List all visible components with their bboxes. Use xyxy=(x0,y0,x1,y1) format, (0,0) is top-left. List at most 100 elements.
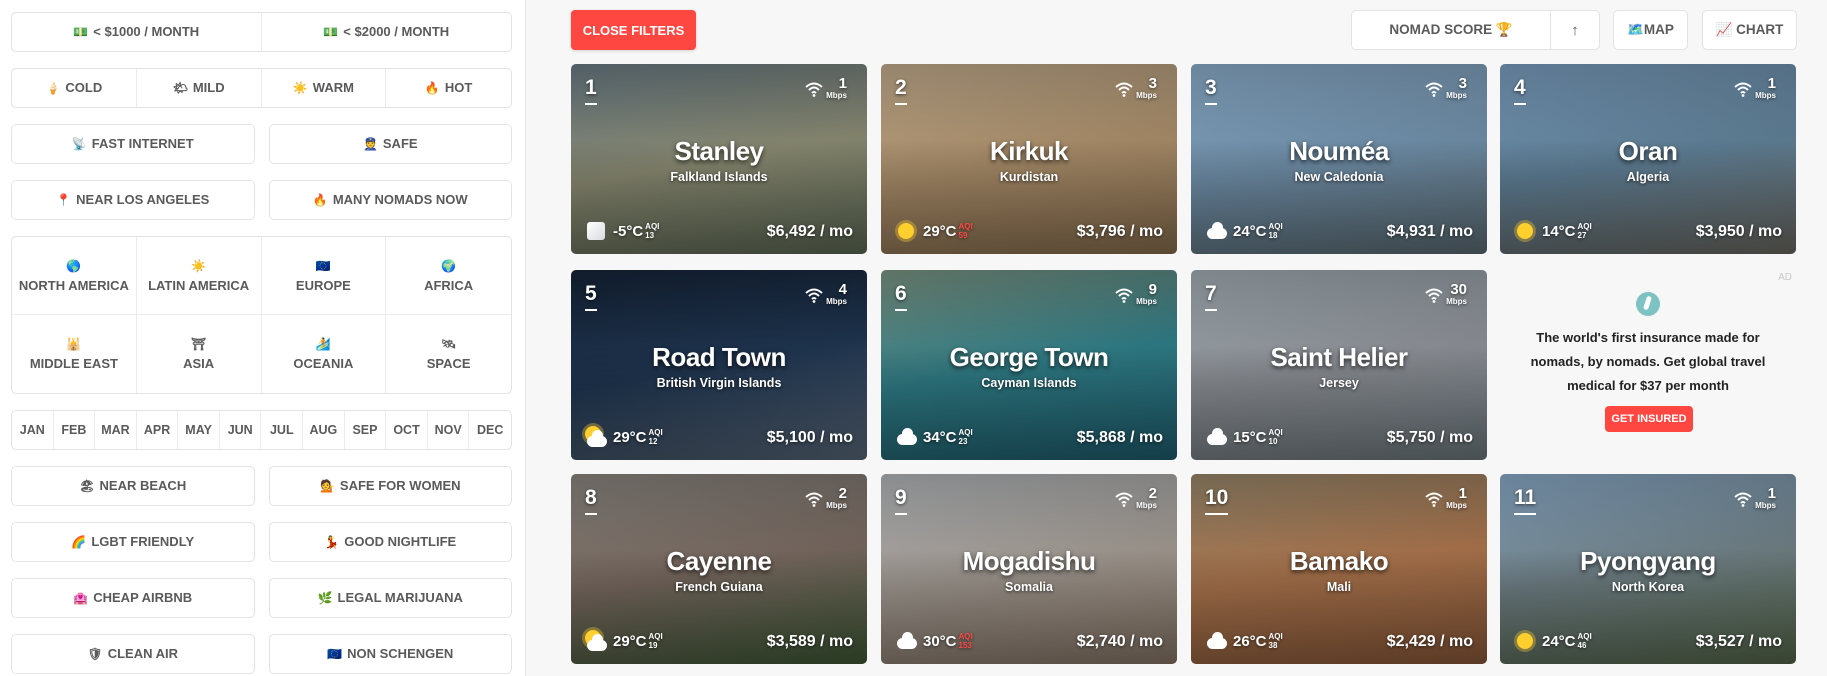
filter-cold[interactable]: 🍦 COLD xyxy=(12,69,137,107)
temperature: 30°C xyxy=(923,632,957,650)
filter-month-oct[interactable]: OCT xyxy=(386,411,428,449)
filter-region-africa[interactable]: 🌍 AFRICA xyxy=(386,237,511,315)
country-name: Somalia xyxy=(1005,580,1053,594)
country-name: Falkland Islands xyxy=(670,170,768,184)
get-insured-button[interactable]: GET INSURED xyxy=(1605,406,1693,432)
city-card[interactable]: 6 9 Mbps George Town Cayman Islands 34°C AQI 23… xyxy=(881,270,1177,460)
filter-legal-marijuana[interactable]: 🌿 LEGAL MARIJUANA xyxy=(268,578,512,618)
filter-region-asia[interactable]: ⛩ ASIA xyxy=(137,315,262,393)
filter-region-middle-east[interactable]: 🕌 MIDDLE EAST xyxy=(12,315,137,393)
weather-info: 14°C AQI 27 xyxy=(1514,220,1592,242)
filter-budget-1000[interactable]: 💵 < $1000 / MONTH xyxy=(12,13,262,51)
filter-non-schengen[interactable]: 🇪🇺 NON SCHENGEN xyxy=(268,634,512,674)
filter-mild[interactable]: 🌤 MILD xyxy=(137,69,262,107)
filter-region-north-america[interactable]: 🌎 NORTH AMERICA xyxy=(12,237,137,315)
filter-region-oceania[interactable]: 🏄 OCEANIA xyxy=(262,315,387,393)
weather-info: -5°C AQI 13 xyxy=(585,220,659,242)
air-quality: AQI 23 xyxy=(959,428,973,446)
filter-label: CHEAP AIRBNB xyxy=(93,590,193,605)
filter-lgbt-friendly[interactable]: 🌈 LGBT FRIENDLY xyxy=(11,522,255,562)
cloud-shape xyxy=(587,430,607,447)
filter-safe-for-women[interactable]: 💁 SAFE FOR WOMEN xyxy=(268,466,512,506)
city-card[interactable]: 4 1 Mbps Oran Algeria 14°C AQI 27 $3,950 / mo xyxy=(1500,64,1796,254)
filter-month-sep[interactable]: SEP xyxy=(345,411,387,449)
temperature: 34°C xyxy=(923,428,957,446)
filter-near-los-angeles[interactable]: 📍 NEAR LOS ANGELES xyxy=(11,180,255,220)
torii-gate-icon: ⛩ xyxy=(191,337,207,351)
filter-many-nomads-now[interactable]: 🔥 MANY NOMADS NOW xyxy=(268,180,512,220)
filter-month-aug[interactable]: AUG xyxy=(303,411,345,449)
city-card[interactable]: 8 2 Mbps Cayenne French Guiana 29°C AQI 19 $3,58… xyxy=(571,474,867,664)
wifi-icon xyxy=(1734,491,1752,507)
filter-safe[interactable]: 👮 SAFE xyxy=(268,124,512,164)
weather-info: 15°C AQI 10 xyxy=(1205,426,1283,448)
close-filters-button[interactable]: CLOSE FILTERS xyxy=(571,10,696,50)
map-view-button[interactable]: 🗺️MAP xyxy=(1613,10,1688,50)
filter-cheap-airbnb[interactable]: 🏩 CHEAP AIRBNB xyxy=(11,578,255,618)
city-card[interactable]: 1 1 Mbps Stanley Falkland Islands -5°C AQI 13 $6… xyxy=(571,64,867,254)
city-name: Cayenne xyxy=(666,546,772,576)
sun-shape xyxy=(1517,633,1533,649)
city-card[interactable]: 11 1 Mbps Pyongyang North Korea 24°C AQI 46 $3,5… xyxy=(1500,474,1796,664)
money-icon: 💵 xyxy=(323,25,339,39)
temperature: 14°C xyxy=(1542,222,1576,240)
filter-row-internet-safe: 📡 FAST INTERNET 👮 SAFE xyxy=(11,124,512,164)
filter-month-dec[interactable]: DEC xyxy=(469,411,511,449)
internet-speed-value: 1 xyxy=(1458,485,1467,502)
monthly-cost: $2,740 / mo xyxy=(1076,633,1163,650)
filter-hot[interactable]: 🔥 HOT xyxy=(386,69,511,107)
filter-month-jun[interactable]: JUN xyxy=(220,411,262,449)
filter-month-feb[interactable]: FEB xyxy=(54,411,96,449)
monthly-cost: $3,796 / mo xyxy=(1076,223,1163,240)
temperature: -5°C xyxy=(613,222,644,240)
filter-good-nightlife[interactable]: 💃 GOOD NIGHTLIFE xyxy=(268,522,512,562)
city-card[interactable]: 5 4 Mbps Road Town British Virgin Islands 29°… xyxy=(571,270,867,460)
sort-by-dropdown[interactable]: NOMAD SCORE 🏆 xyxy=(1351,10,1551,50)
filters-sidebar: 💵 < $1000 / MONTH 💵 < $2000 / MONTH 🍦 COLD … xyxy=(0,0,526,676)
internet-speed: 1 Mbps xyxy=(805,75,847,100)
city-name: George Town xyxy=(949,342,1109,372)
city-card[interactable]: 2 3 Mbps Kirkuk Kurdistan 29°C AQI 59 $3,796 / m… xyxy=(881,64,1177,254)
filter-region-europe[interactable]: 🇪🇺 EUROPE xyxy=(261,237,387,315)
safetywing-logo-icon xyxy=(1636,292,1660,316)
filter-label: SAFE xyxy=(382,136,418,151)
city-card[interactable]: 7 30 Mbps Saint Helier Jersey 15°C AQI 10 $5,750… xyxy=(1191,270,1487,460)
fire-icon: 🔥 xyxy=(424,81,440,95)
internet-speed-unit: Mbps xyxy=(1755,91,1776,100)
sort-direction-button[interactable]: ↑ xyxy=(1550,10,1600,50)
filter-month-mar[interactable]: MAR xyxy=(95,411,137,449)
filter-month-apr[interactable]: APR xyxy=(137,411,179,449)
filter-region-space[interactable]: 🛰 SPACE xyxy=(386,315,511,393)
aqi-value: 19 xyxy=(648,641,658,650)
filter-warm[interactable]: ☀️ WARM xyxy=(262,69,387,107)
filter-near-beach[interactable]: 🏖 NEAR BEACH xyxy=(11,466,255,506)
filter-budget-2000[interactable]: 💵 < $2000 / MONTH xyxy=(262,13,512,51)
internet-speed: 9 Mbps xyxy=(1115,282,1157,306)
internet-speed-value: 1 xyxy=(838,75,847,92)
ad-card[interactable]: AD The world's first insurance made for … xyxy=(1500,270,1796,460)
weather-info: 34°C AQI 23 xyxy=(895,426,973,448)
city-card[interactable]: 3 3 Mbps Nouméa New Caledonia 24°C AQI 18 $4,931… xyxy=(1191,64,1487,254)
filter-region-latin-america[interactable]: ☀️ LATIN AMERICA xyxy=(136,237,262,315)
country-name: Jersey xyxy=(1319,376,1359,390)
city-rank: 9 xyxy=(895,486,907,515)
city-card[interactable]: 9 2 Mbps Mogadishu Somalia 30°C AQI 153 $2,740 /… xyxy=(881,474,1177,664)
temperature: 26°C xyxy=(1233,632,1267,650)
filter-clean-air[interactable]: 🛡 CLEAN AIR xyxy=(11,634,255,674)
chart-view-button[interactable]: 📈 CHART xyxy=(1702,10,1797,50)
filter-label: EUROPE xyxy=(295,277,351,293)
sun-cloud-weather-icon xyxy=(585,630,607,652)
city-name: Pyongyang xyxy=(1580,546,1716,576)
sun-icon: ☀️ xyxy=(292,81,308,95)
internet-speed-unit: Mbps xyxy=(826,297,847,306)
filter-month-nov[interactable]: NOV xyxy=(428,411,470,449)
filter-month-jul[interactable]: JUL xyxy=(261,411,304,449)
air-quality: AQI 27 xyxy=(1578,222,1592,240)
city-card[interactable]: 10 1 Mbps Bamako Mali 26°C AQI 38 $2,429 / mo xyxy=(1191,474,1487,664)
filter-fast-internet[interactable]: 📡 FAST INTERNET xyxy=(11,124,255,164)
filter-month-jan[interactable]: JAN xyxy=(12,411,54,449)
filter-month-may[interactable]: MAY xyxy=(178,411,220,449)
filter-label: NORTH AMERICA xyxy=(18,277,129,293)
city-name: Road Town xyxy=(652,342,786,372)
city-rank: 8 xyxy=(585,486,597,515)
